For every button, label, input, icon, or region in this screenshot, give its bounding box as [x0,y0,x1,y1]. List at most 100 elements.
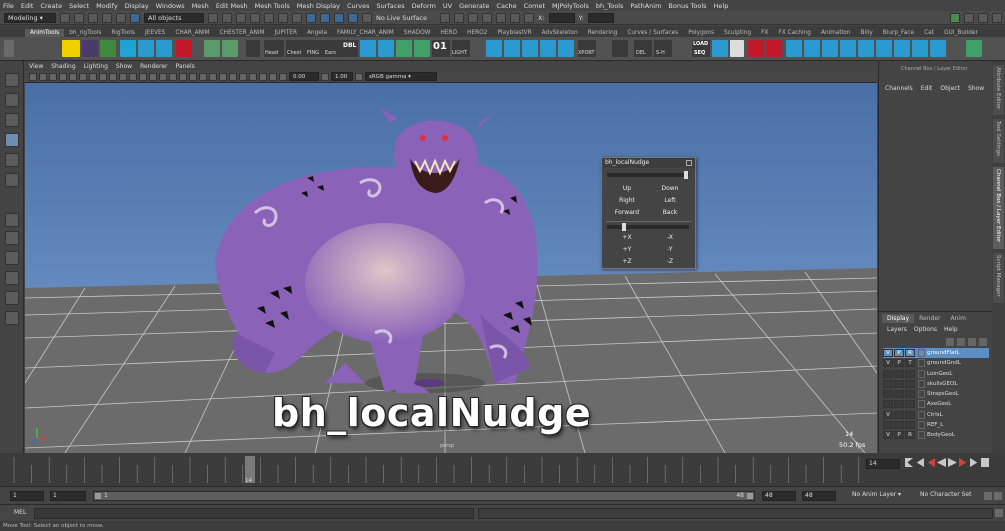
shelf-tab-gui-builder[interactable]: GUI_Builder [939,29,983,37]
smooth-shade-icon[interactable] [149,72,157,81]
layer-row[interactable]: AxeGeoL [883,399,989,409]
motion-blur-icon[interactable] [209,72,217,81]
open-scene-icon[interactable] [74,12,84,23]
step-forward-key-icon[interactable] [970,458,978,467]
nudge-minus-y-button[interactable]: -Y [650,245,690,255]
mask-icon-3[interactable] [292,12,302,23]
layer-row[interactable]: LoinGeoL [883,369,989,379]
shelf-tab-animtools[interactable]: AnimTools [25,29,65,37]
blue-tool-17-icon[interactable] [894,40,910,57]
blue-tool-15-icon[interactable] [858,40,874,57]
channel-menu-edit[interactable]: Edit [921,85,933,92]
tab-tool-settings[interactable]: Tool Settings [993,119,1004,163]
channel-menu-show[interactable]: Show [968,85,984,92]
nudge-left-button[interactable]: Left [650,196,690,206]
menu-uv[interactable]: UV [443,2,452,10]
blue-tool-16-icon[interactable] [876,40,892,57]
new-layer-icon[interactable] [968,338,976,346]
layer-move-up-icon[interactable] [946,338,954,346]
layer-v-toggle[interactable] [883,390,893,399]
nudge-plus-y-button[interactable]: +Y [607,245,647,255]
layer-r-toggle[interactable] [905,421,915,430]
layer-p-toggle[interactable] [894,400,904,409]
select-component-icon[interactable] [222,12,232,23]
layer-tab-display[interactable]: Display [882,314,915,323]
green-tool-2-icon[interactable] [222,40,238,57]
pacman-icon[interactable] [120,40,136,57]
gamma-field[interactable]: 1.00 [331,72,353,81]
mel-label[interactable]: MEL [14,509,26,516]
anim-start-field[interactable]: 1 [10,491,44,501]
go-to-end-icon[interactable] [981,458,989,467]
shelf-tab-family-char-anim[interactable]: FAMILY_CHAR_ANIM [332,29,399,37]
current-frame-field[interactable]: 14 [866,459,900,469]
ao-icon[interactable] [199,72,207,81]
colorspace-icon[interactable] [355,72,363,81]
safe-action-icon[interactable] [119,72,127,81]
menu-surfaces[interactable]: Surfaces [377,2,405,10]
lasso-tool-icon[interactable] [5,93,19,107]
xray-joints-icon[interactable] [259,72,267,81]
blue-tool-9-icon[interactable] [558,40,574,57]
select-tool-icon[interactable] [5,73,19,87]
lock-icon[interactable] [524,12,534,23]
shelf-tab-cat[interactable]: Cat [919,29,939,37]
layout-3-icon[interactable] [5,291,19,305]
blue-tool-13-icon[interactable] [822,40,838,57]
num-button[interactable]: 01 [432,40,450,57]
shield-icon[interactable] [82,40,98,57]
undo-icon[interactable] [102,12,112,23]
shelf-tab-rigtools[interactable]: RigTools [106,29,140,37]
time-ruler[interactable]: 14 [6,453,866,486]
range-handle-start[interactable] [95,493,101,499]
menu-display[interactable]: Display [125,2,149,10]
snap-point-icon[interactable] [334,12,344,23]
local-nudge-window[interactable]: bh_localNudge Up Down Right Left Forward… [601,157,696,269]
nudge-down-button[interactable]: Down [650,184,690,194]
mask-icon[interactable] [264,12,274,23]
chest-button[interactable]: Chest [286,40,306,57]
render-settings-icon[interactable] [482,12,492,23]
layer-v-toggle[interactable] [883,379,893,388]
layout-2-icon[interactable] [5,271,19,285]
nudge-forward-button[interactable]: Forward [607,208,647,218]
history-icon[interactable] [440,12,450,23]
menu-windows[interactable]: Windows [156,2,185,10]
image-plane-icon[interactable] [59,72,67,81]
menu-deform[interactable]: Deform [412,2,436,10]
panel-menu-renderer[interactable]: Renderer [140,63,167,70]
blue-tool-4-icon[interactable] [378,40,394,57]
bookmark-icon[interactable] [49,72,57,81]
green-tool-4-icon[interactable] [414,40,430,57]
blue-tool-10-icon[interactable] [712,40,728,57]
shelf-tab-billy[interactable]: Billy [856,29,878,37]
layer-v-toggle[interactable] [883,369,893,378]
shelf-tab-advskeleton[interactable]: AdvSkeleton [537,29,583,37]
shelf-tab-animation[interactable]: Animation [816,29,856,37]
layer-color-swatch[interactable] [918,349,925,357]
layer-menu-help[interactable]: Help [944,326,958,333]
xray-icon[interactable] [249,72,257,81]
shelf-settings-icon[interactable] [4,40,14,57]
menu-mesh[interactable]: Mesh [192,2,209,10]
blue-tool-7-icon[interactable] [522,40,538,57]
character-set-dropdown[interactable]: No Character Set [918,491,978,501]
key-icon[interactable] [984,492,992,500]
colorspace-dropdown[interactable]: sRGB gamma ▾ [365,72,437,81]
lights-icon[interactable] [179,72,187,81]
prefs-icon[interactable] [994,492,1002,500]
layer-v-toggle[interactable]: V [883,410,893,419]
menu-comet[interactable]: Comet [524,2,545,10]
shelf-tab-bh-rigtools[interactable]: bh_rigTools [64,29,106,37]
panel-menu-panels[interactable]: Panels [175,63,194,70]
live-surface-icon[interactable] [362,12,372,23]
select-hierarchy-icon[interactable] [130,12,140,23]
layer-row[interactable]: REF_L [883,420,989,430]
nudge-back-button[interactable]: Back [650,208,690,218]
layer-r-toggle[interactable] [905,379,915,388]
workspace-icon[interactable] [950,12,960,23]
channel-menu-channels[interactable]: Channels [885,85,913,92]
layer-color-swatch[interactable] [918,379,925,388]
layer-r-toggle[interactable] [905,369,915,378]
exposure-field[interactable]: 0.00 [289,72,319,81]
